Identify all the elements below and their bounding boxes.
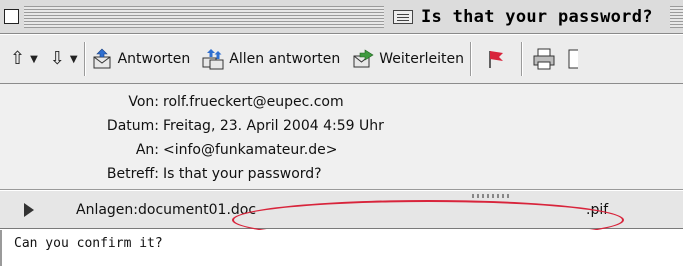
next-message-button[interactable]: ⇩ ▼ bbox=[44, 39, 84, 79]
reply-all-label: Allen antworten bbox=[229, 51, 341, 67]
header-from: Von: rolf.frueckert@eupec.com bbox=[0, 94, 344, 114]
titlebar-stripes bbox=[24, 6, 384, 28]
window-title: Is that your password? bbox=[385, 4, 661, 30]
chevron-down-icon: ▼ bbox=[69, 53, 78, 65]
to-label: An: bbox=[135, 142, 159, 158]
print-icon bbox=[533, 48, 555, 70]
flag-icon bbox=[489, 51, 504, 68]
more-toolbar-button[interactable] bbox=[566, 39, 580, 79]
header-subject: Betreff: Is that your password? bbox=[0, 166, 322, 186]
attachment-filename[interactable]: document01.doc bbox=[138, 202, 256, 218]
date-value: Freitag, 23. April 2004 4:59 Uhr bbox=[163, 118, 384, 134]
reply-button[interactable]: Antworten bbox=[85, 39, 197, 79]
flag-button[interactable] bbox=[471, 39, 521, 79]
attachment-label: Anlagen:document01.doc bbox=[76, 202, 256, 218]
message-body-text: Can you confirm it? bbox=[14, 236, 163, 251]
attachment-extension[interactable]: .pif bbox=[586, 202, 608, 218]
reply-all-button[interactable]: Allen antworten bbox=[196, 39, 346, 79]
to-value[interactable]: <info@funkamateur.de> bbox=[159, 142, 337, 162]
reply-all-icon bbox=[202, 49, 224, 70]
document-icon bbox=[568, 49, 579, 69]
message-headers: Von: rolf.frueckert@eupec.com Datum: Fre… bbox=[0, 84, 683, 190]
subject-label: Betreff: bbox=[106, 166, 159, 182]
titlebar-stripes bbox=[670, 6, 683, 28]
window-title-text: Is that your password? bbox=[421, 7, 653, 27]
attachment-bar: Anlagen:document01.doc .pif bbox=[0, 191, 683, 229]
forward-button[interactable]: Weiterleiten bbox=[346, 39, 470, 79]
from-label: Von: bbox=[128, 94, 159, 110]
reply-label: Antworten bbox=[117, 51, 191, 67]
mail-doc-icon bbox=[393, 10, 413, 24]
window-titlebar: Is that your password? bbox=[0, 0, 683, 34]
previous-message-button[interactable]: ⇧ ▼ bbox=[0, 39, 44, 79]
attachments-prefix: Anlagen: bbox=[76, 202, 139, 218]
up-arrow-icon: ⇧ bbox=[10, 48, 26, 69]
header-to: An: <info@funkamateur.de> bbox=[0, 142, 338, 162]
header-date: Datum: Freitag, 23. April 2004 4:59 Uhr bbox=[0, 118, 384, 138]
forward-label: Weiterleiten bbox=[379, 51, 465, 67]
resize-grip[interactable] bbox=[472, 194, 512, 198]
chevron-down-icon: ▼ bbox=[30, 53, 38, 65]
forward-icon bbox=[353, 49, 374, 68]
down-arrow-icon: ⇩ bbox=[49, 48, 65, 69]
disclosure-triangle-icon[interactable] bbox=[24, 203, 34, 217]
reply-icon bbox=[93, 48, 111, 69]
date-label: Datum: bbox=[106, 118, 159, 134]
close-box[interactable] bbox=[4, 9, 19, 24]
print-button[interactable] bbox=[522, 39, 566, 79]
from-value[interactable]: rolf.frueckert@eupec.com bbox=[159, 94, 344, 114]
toolbar: ⇧ ▼ ⇩ ▼ Antworten Allen antworten Weiter… bbox=[0, 34, 683, 84]
message-body[interactable]: Can you confirm it? bbox=[0, 230, 683, 266]
subject-value: Is that your password? bbox=[163, 166, 322, 182]
